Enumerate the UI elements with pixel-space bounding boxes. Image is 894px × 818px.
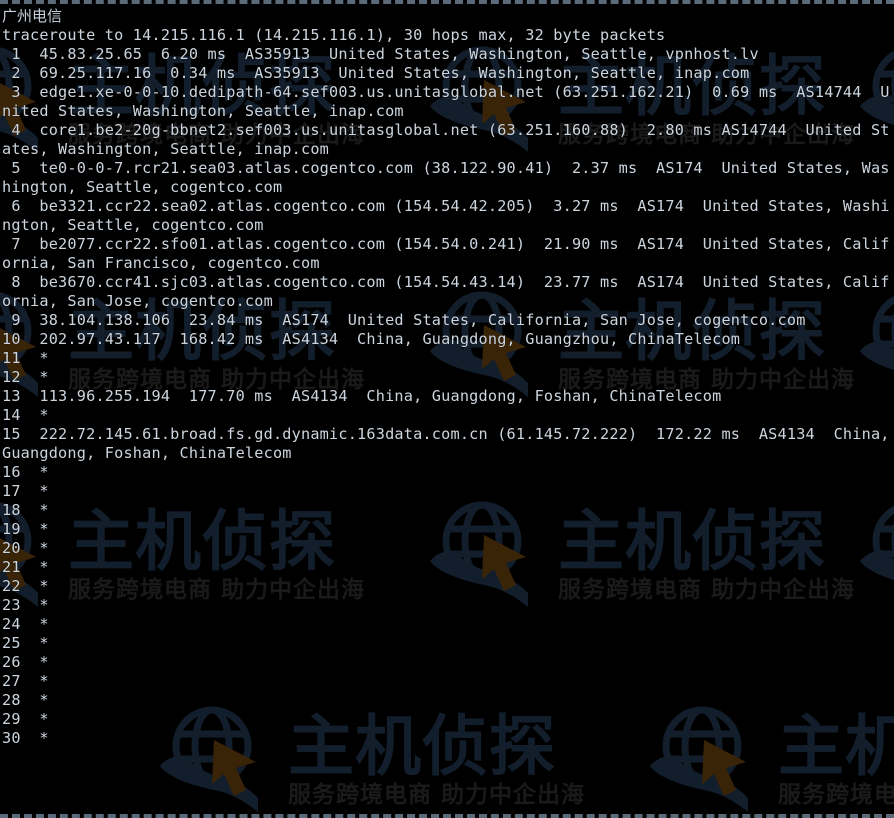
terminal-text-layer: 广州电信 traceroute to 14.215.116.1 (14.215.… (0, 4, 894, 748)
page-title: 广州电信 (2, 7, 63, 25)
traceroute-output[interactable]: traceroute to 14.215.116.1 (14.215.116.1… (0, 26, 894, 748)
terminal-window: 主机侦探 服务跨境电商 助力中企出海 主机侦探 服务跨境电商 助力中企出海 主机侦探 服务… (0, 0, 894, 818)
watermark-slogan-text: 服务跨境电商 助力中企出海 (288, 781, 586, 808)
watermark-slogan-text: 服务跨境电商 助力中企出海 (778, 781, 894, 808)
